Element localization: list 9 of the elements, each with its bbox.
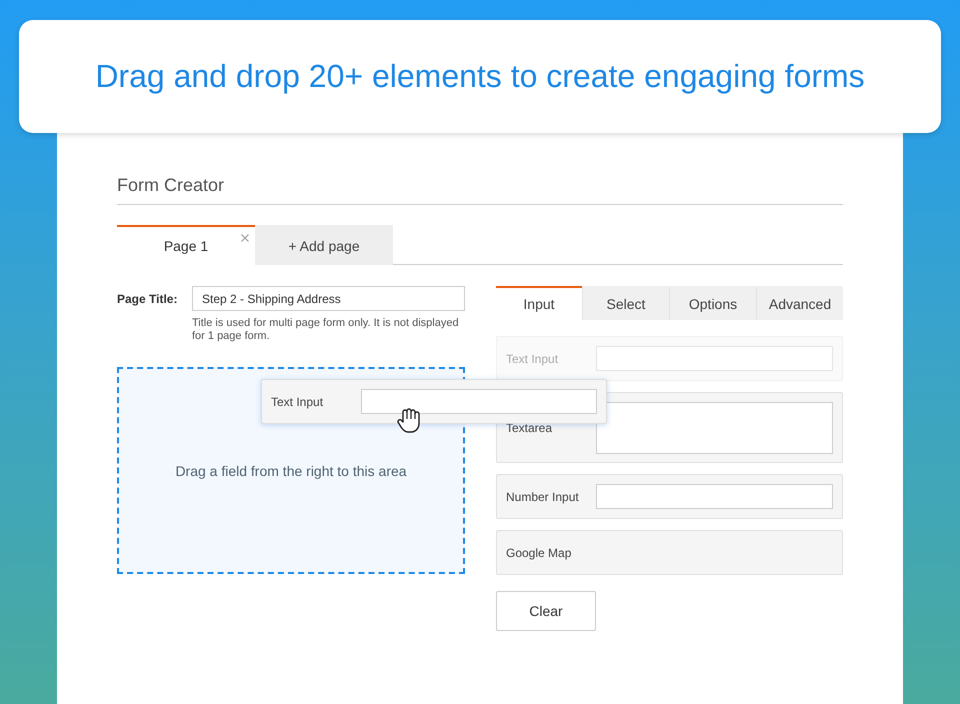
headline: Drag and drop 20+ elements to create engaging forms [95,58,865,95]
help-text: Title is used for multi page form only. It is not displayed for 1 page form. [192,317,460,343]
field-label: Text Input [506,352,560,366]
field-label: Page Title: [117,292,178,306]
field-label: Number Input [506,490,580,504]
field-label: Text Input [271,394,324,408]
panel-title: Form Creator [117,175,843,205]
field-label: Google Map [506,546,572,560]
drop-hint: Drag a field from the right to this area [175,462,407,478]
